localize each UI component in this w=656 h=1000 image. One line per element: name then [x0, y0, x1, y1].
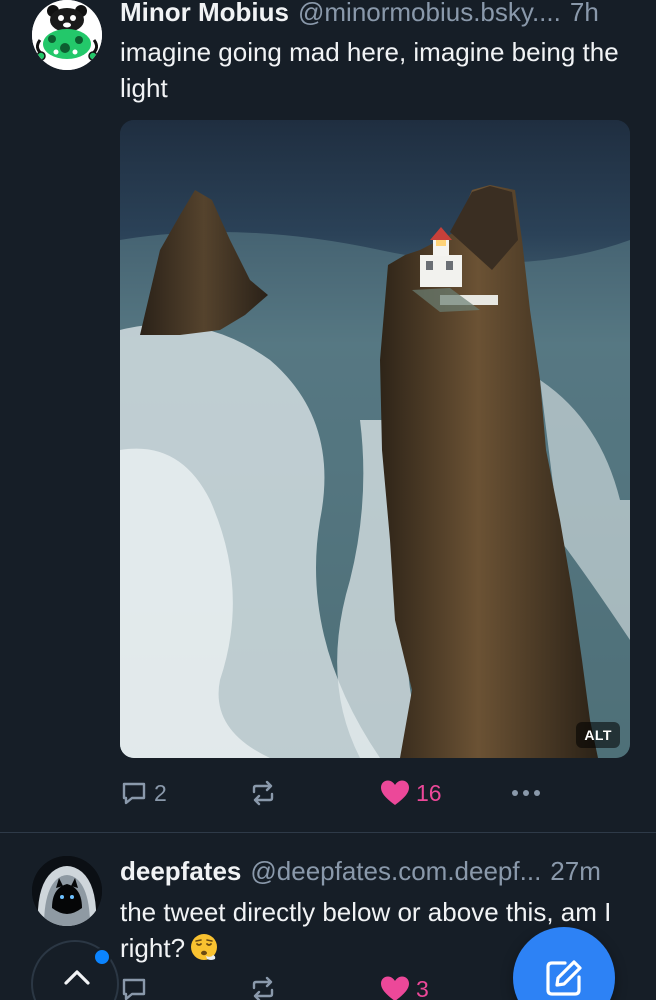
lighthouse-photo	[120, 120, 630, 758]
avatar[interactable]	[32, 856, 102, 926]
alt-text-badge[interactable]: ALT	[576, 722, 620, 748]
repost-button[interactable]	[248, 775, 284, 811]
author-display-name[interactable]: Minor Mobius	[120, 0, 289, 27]
like-count: 16	[416, 779, 442, 806]
post-header: Minor Mobius @minormobius.bsky.... 7h	[120, 0, 632, 27]
post-image[interactable]: ALT	[120, 120, 630, 758]
heart-filled-icon	[381, 780, 409, 805]
avatar[interactable]	[32, 0, 102, 70]
reply-count: 2	[154, 779, 167, 806]
more-options-button[interactable]	[510, 775, 542, 811]
reply-button[interactable]: 2	[120, 775, 167, 811]
feed-post[interactable]: Minor Mobius @minormobius.bsky.... 7h im…	[0, 0, 656, 832]
feed: Minor Mobius @minormobius.bsky.... 7h im…	[0, 0, 656, 1000]
more-dots-icon	[512, 790, 540, 796]
repost-button[interactable]	[248, 971, 284, 1000]
author-display-name[interactable]: deepfates	[120, 856, 241, 886]
unread-indicator	[93, 948, 111, 966]
reply-icon	[122, 782, 146, 805]
like-button[interactable]: 16	[380, 775, 442, 811]
post-text: imagine going mad here, imagine being th…	[120, 37, 619, 103]
reply-button[interactable]	[120, 971, 154, 1000]
author-handle[interactable]: @minormobius.bsky....	[298, 0, 561, 27]
repost-icon	[252, 780, 274, 806]
compose-icon	[546, 960, 582, 996]
post-header: deepfates @deepfates.com.deepf... 27m	[120, 856, 632, 886]
face-exhaling-emoji-icon	[191, 934, 218, 960]
post-timestamp[interactable]: 27m	[550, 856, 601, 886]
hooded-cat-avatar-icon	[32, 856, 102, 926]
chevron-up-icon	[64, 970, 90, 985]
post-actions: 2 16	[120, 775, 640, 811]
like-count: 3	[416, 975, 429, 1000]
repost-icon	[252, 976, 274, 1000]
green-bear-avatar-icon	[32, 0, 102, 70]
author-handle[interactable]: @deepfates.com.deepf...	[250, 856, 541, 886]
reply-icon	[122, 978, 146, 1000]
post-timestamp[interactable]: 7h	[570, 0, 599, 27]
like-button[interactable]: 3	[380, 971, 429, 1000]
heart-filled-icon	[381, 976, 409, 1000]
